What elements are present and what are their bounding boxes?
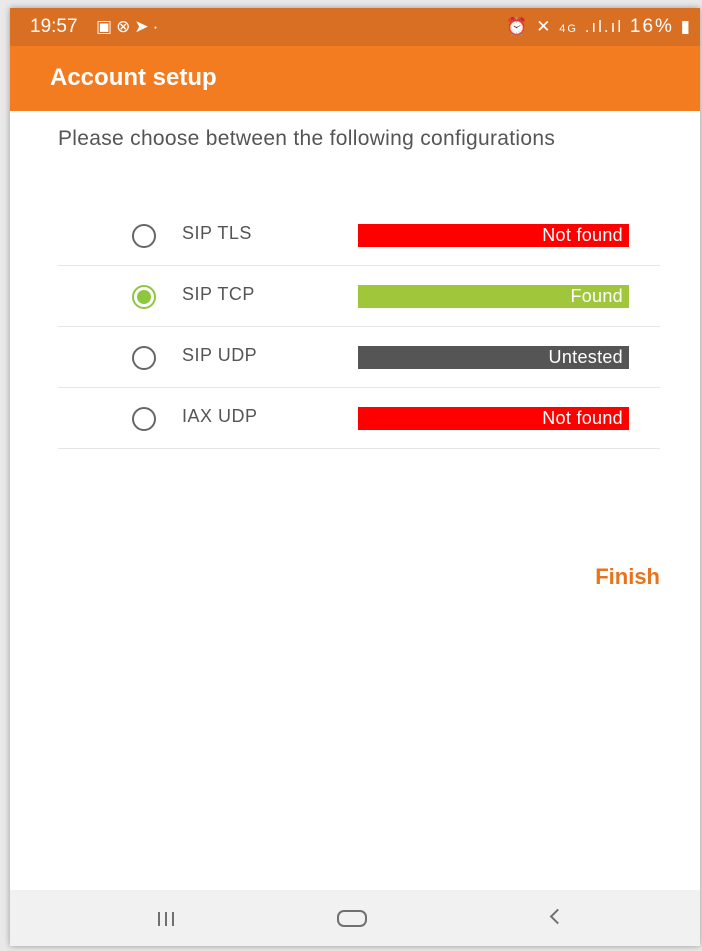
gallery-icon: ▣ [96,17,117,36]
home-icon[interactable] [315,890,395,946]
dot-icon: · [152,17,163,36]
back-icon[interactable] [518,890,598,946]
cast-icon: ➤ [134,17,153,36]
battery-icon: ▮ [680,17,692,36]
option-label: SIP TLS [182,223,252,243]
option-row-sip-tls[interactable]: SIP TLS Not found [58,205,660,266]
page-title: Account setup [50,64,217,91]
status-badge: Found [358,285,629,308]
option-row-sip-tcp[interactable]: SIP TCP Found [58,266,660,327]
instruction-text: Please choose between the following conf… [58,127,556,150]
status-badge: Untested [358,346,629,369]
alarm-icon: ⏰ [506,17,530,36]
status-bar: 19:57 ▣⊗➤· ⏰ ✕ 4G .ıl.ıl 16% ▮ [10,8,700,46]
option-label: IAX UDP [182,406,258,426]
network-type: 4G [559,23,578,35]
radio-sip-udp[interactable] [132,346,156,370]
radio-sip-tcp[interactable] [132,285,156,309]
status-time: 19:57 [30,16,78,37]
system-nav-bar [10,890,700,946]
option-label: SIP UDP [182,345,258,365]
option-row-sip-udp[interactable]: SIP UDP Untested [58,327,660,388]
system-icons: ⏰ ✕ 4G .ıl.ıl 16% ▮ [506,8,692,48]
battery-level: 16% [629,16,674,37]
app-bar: Account setup [10,46,700,111]
radio-iax-udp[interactable] [132,407,156,431]
status-badge: Not found [358,407,629,430]
option-row-iax-udp[interactable]: IAX UDP Not found [58,388,660,449]
radio-sip-tls[interactable] [132,224,156,248]
status-badge: Not found [358,224,629,247]
finish-button[interactable]: Finish [595,564,660,590]
phone-screen: 19:57 ▣⊗➤· ⏰ ✕ 4G .ıl.ıl 16% ▮ Account s… [10,8,700,946]
radio-selected-dot [137,290,151,304]
notification-icons: ▣⊗➤· [96,8,162,46]
mute-icon: ✕ [536,17,553,36]
blocked-icon: ⊗ [116,17,135,36]
option-label: SIP TCP [182,284,255,304]
recent-apps-icon[interactable] [128,890,208,946]
signal-icon: .ıl.ıl [584,17,624,36]
